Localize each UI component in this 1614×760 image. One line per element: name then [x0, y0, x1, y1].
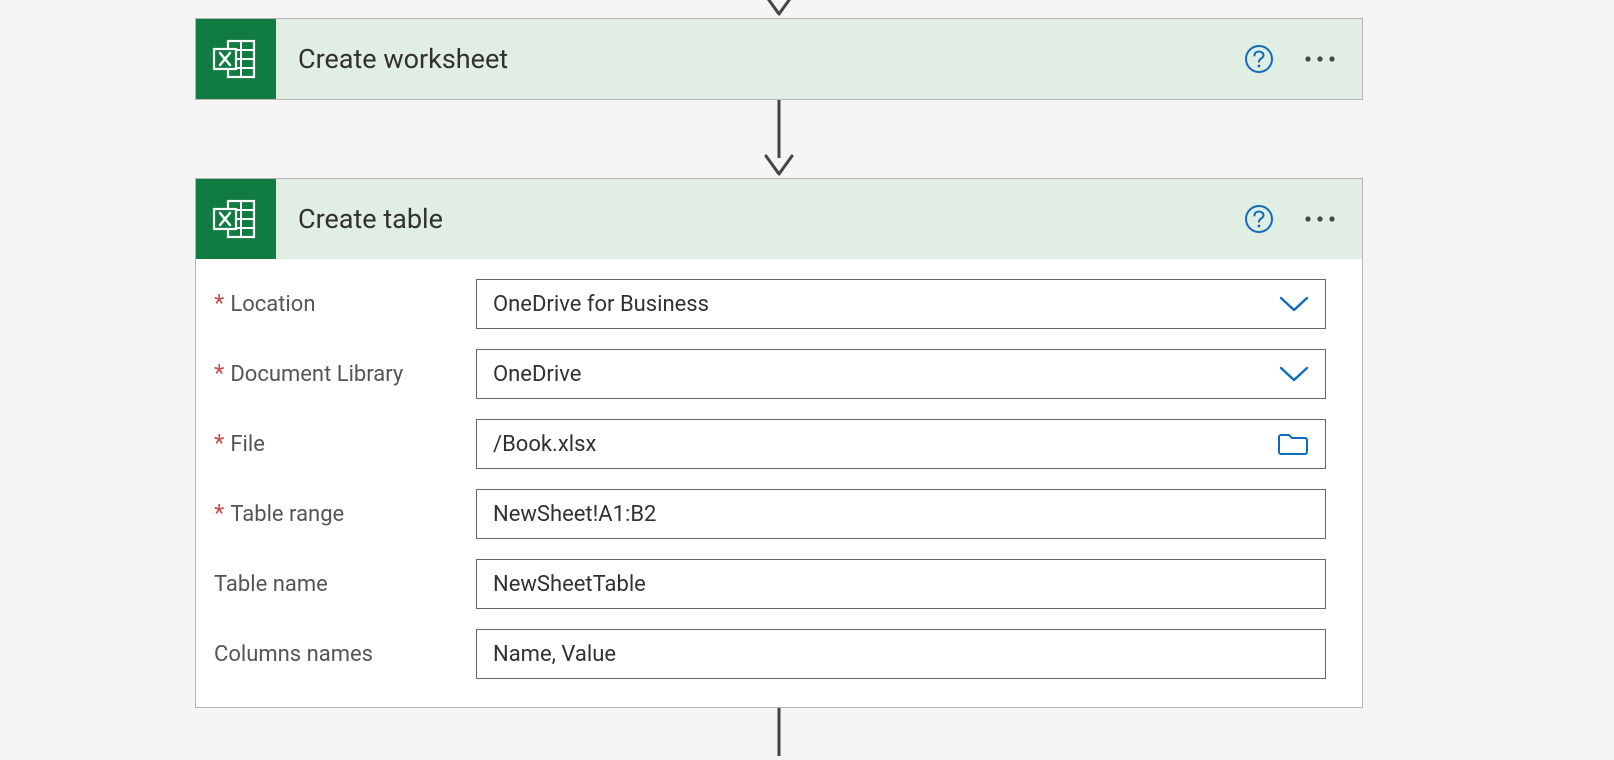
field-label: * Table range [214, 502, 476, 527]
required-marker: * [214, 434, 224, 453]
more-icon[interactable] [1302, 204, 1338, 234]
required-marker: * [214, 504, 224, 523]
step-header[interactable]: Create table [196, 179, 1362, 259]
step-title: Create worksheet [276, 43, 1244, 75]
flow-connector [761, 100, 797, 178]
excel-icon [196, 19, 276, 99]
folder-icon[interactable] [1277, 432, 1309, 456]
field-value: OneDrive for Business [493, 292, 1271, 317]
field-label-text: Document Library [230, 362, 403, 387]
field-label: Columns names [214, 642, 476, 667]
chevron-down-icon [1279, 365, 1309, 383]
table-range-input[interactable]: NewSheet!A1:B2 [476, 489, 1326, 539]
field-label: * Location [214, 292, 476, 317]
step-create-worksheet[interactable]: Create worksheet [195, 18, 1363, 100]
required-marker: * [214, 364, 224, 383]
columns-names-input[interactable]: Name, Value [476, 629, 1326, 679]
field-value: /Book.xlsx [493, 432, 1269, 457]
field-document-library: * Document Library OneDrive [214, 339, 1326, 409]
field-label-text: File [230, 432, 265, 457]
location-dropdown[interactable]: OneDrive for Business [476, 279, 1326, 329]
field-label: * Document Library [214, 362, 476, 387]
field-label-text: Columns names [214, 642, 373, 667]
table-name-input[interactable]: NewSheetTable [476, 559, 1326, 609]
help-icon[interactable] [1244, 204, 1274, 234]
field-value: Name, Value [493, 642, 1309, 667]
field-location: * Location OneDrive for Business [214, 269, 1326, 339]
field-table-name: Table name NewSheetTable [214, 549, 1326, 619]
field-file: * File /Book.xlsx [214, 409, 1326, 479]
help-icon[interactable] [1244, 44, 1274, 74]
field-columns-names: Columns names Name, Value [214, 619, 1326, 689]
document-library-dropdown[interactable]: OneDrive [476, 349, 1326, 399]
chevron-down-icon [1279, 295, 1309, 313]
flow-arrow-head [761, 0, 797, 18]
field-table-range: * Table range NewSheet!A1:B2 [214, 479, 1326, 549]
field-label: Table name [214, 572, 476, 597]
more-icon[interactable] [1302, 44, 1338, 74]
field-label-text: Table range [230, 502, 344, 527]
step-body: * Location OneDrive for Business * Docum… [196, 259, 1362, 707]
field-value: NewSheetTable [493, 572, 1309, 597]
file-input[interactable]: /Book.xlsx [476, 419, 1326, 469]
field-label: * File [214, 432, 476, 457]
field-label-text: Table name [214, 572, 328, 597]
excel-icon [196, 179, 276, 259]
step-header[interactable]: Create worksheet [196, 19, 1362, 99]
field-label-text: Location [230, 292, 315, 317]
step-create-table: Create table [195, 178, 1363, 708]
flow-connector [761, 708, 797, 756]
step-title: Create table [276, 203, 1244, 235]
required-marker: * [214, 294, 224, 313]
field-value: OneDrive [493, 362, 1271, 387]
field-value: NewSheet!A1:B2 [493, 502, 1309, 527]
